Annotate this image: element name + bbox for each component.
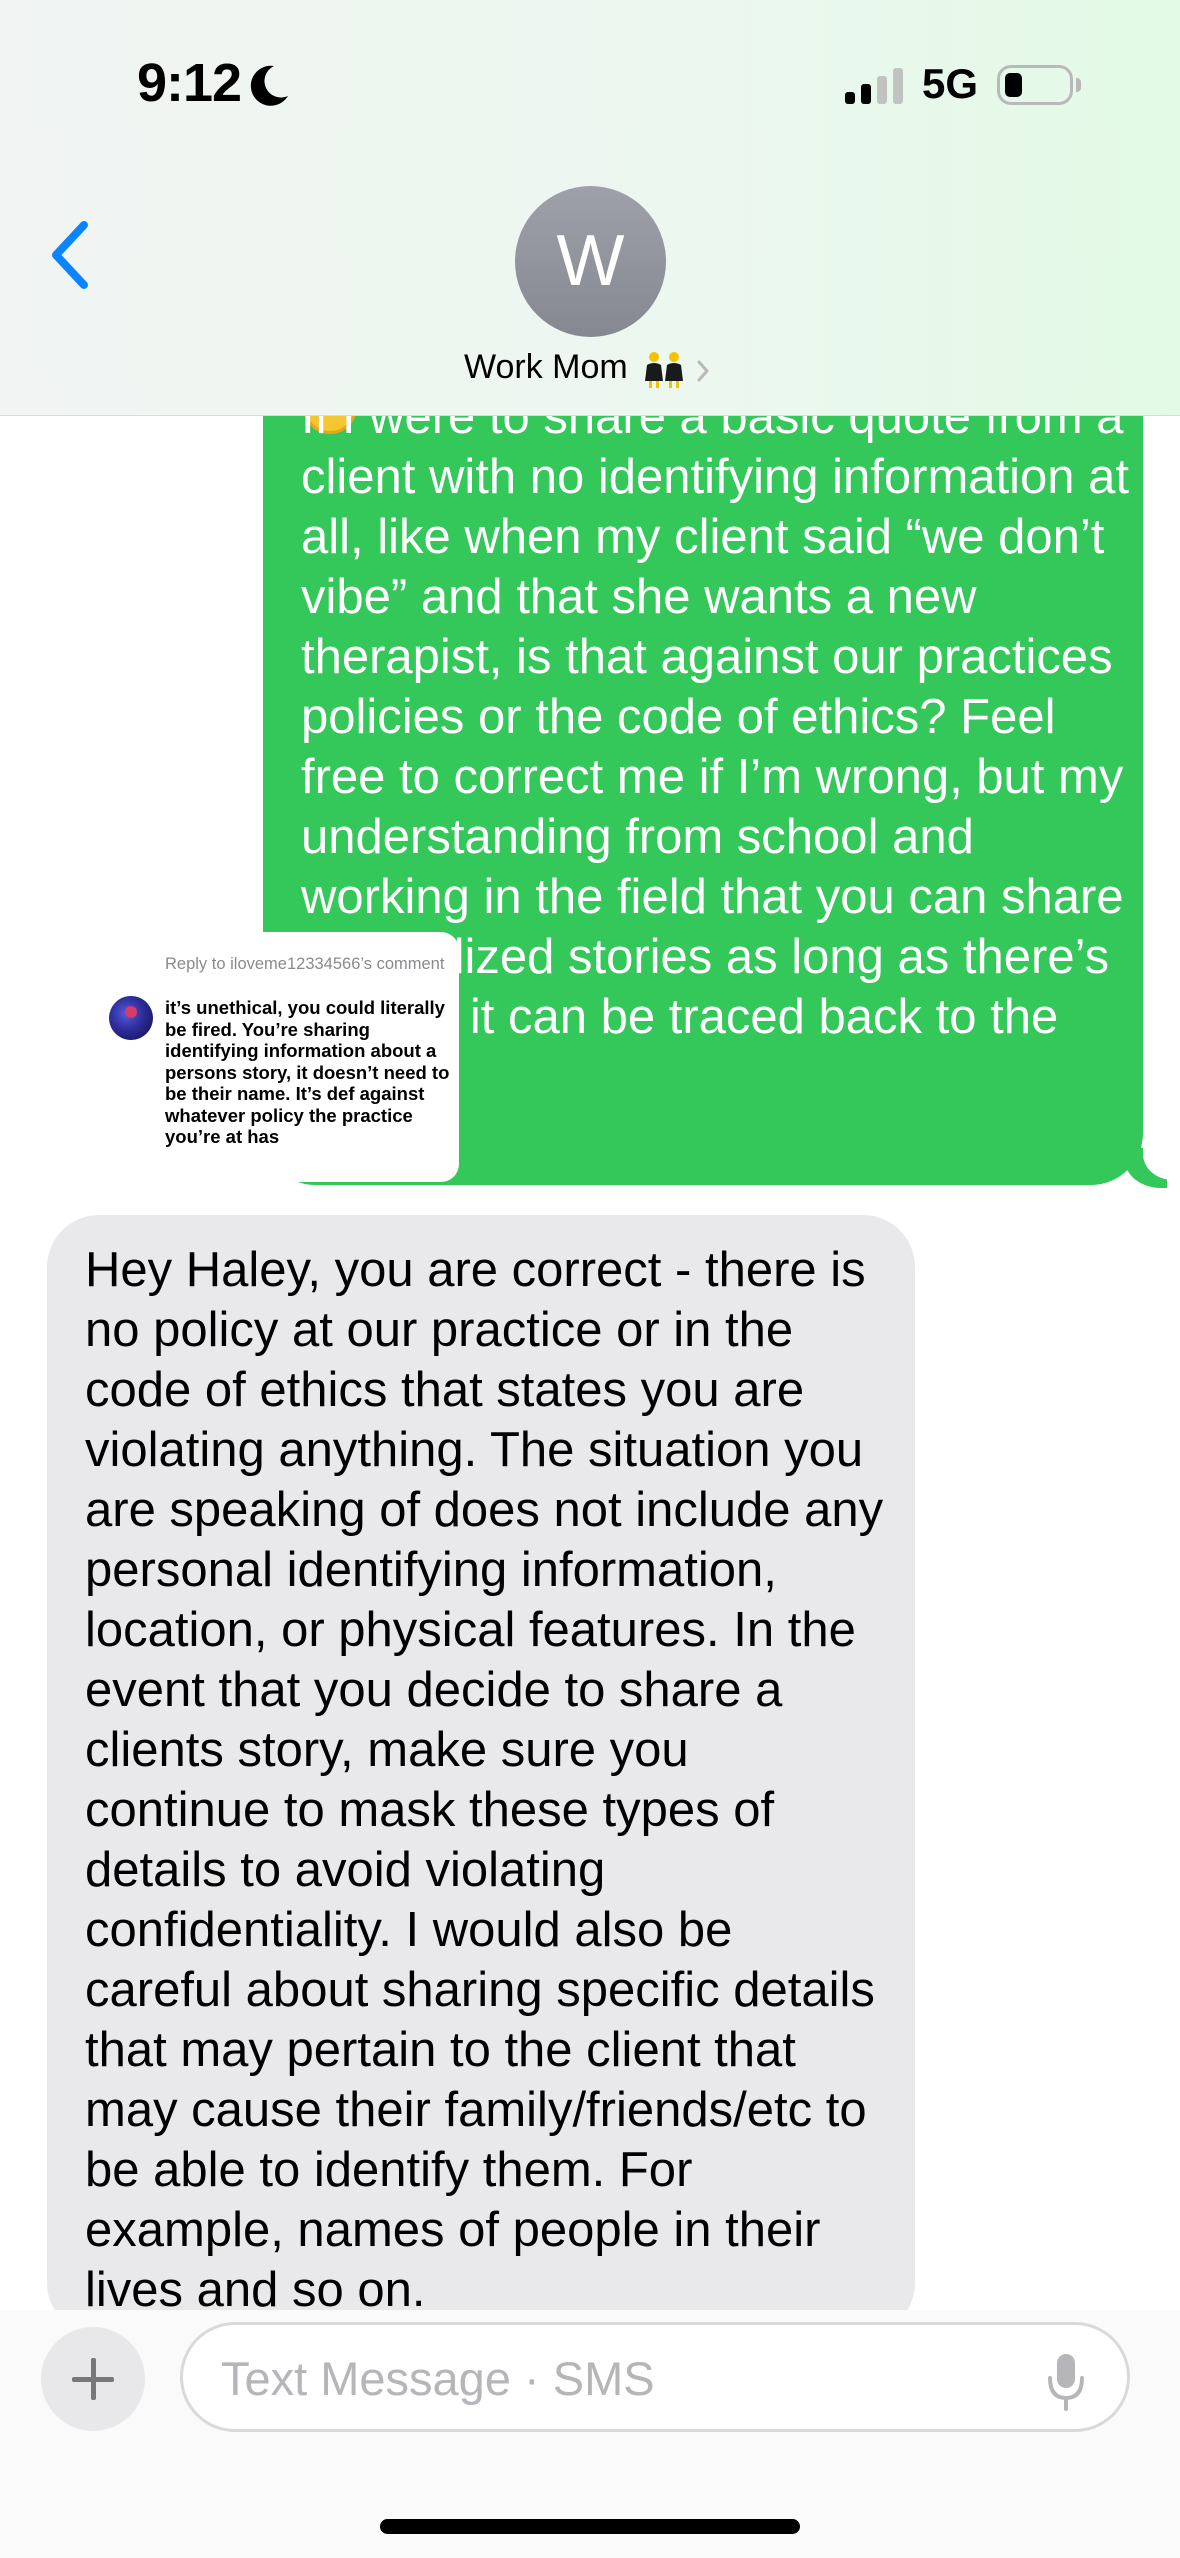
- commenter-avatar: [109, 996, 153, 1040]
- reply-comment-sticker: Reply to iloveme12334566’s comment it’s …: [95, 932, 459, 1182]
- home-indicator: [380, 2519, 800, 2534]
- battery-nub: [1076, 78, 1081, 92]
- reply-comment-header: Reply to iloveme12334566’s comment: [165, 955, 445, 973]
- dancing-women-emoji-icon: [645, 352, 683, 388]
- conversation-header: 9:12 5G W Work Mom: [0, 0, 1180, 416]
- plus-icon[interactable]: [41, 2327, 145, 2431]
- status-time: 9:12: [137, 53, 242, 113]
- network-type: 5G: [922, 60, 979, 107]
- contact-name[interactable]: Work Mom: [464, 348, 628, 387]
- message-input[interactable]: [219, 2347, 1003, 2409]
- chevron-right-icon[interactable]: [694, 358, 712, 384]
- microphone-icon[interactable]: [1046, 2352, 1086, 2412]
- cellular-signal-icon: [845, 68, 903, 104]
- moon-icon: [250, 65, 288, 106]
- message-input-field[interactable]: [180, 2322, 1130, 2432]
- contact-avatar[interactable]: W: [515, 186, 666, 337]
- battery-icon: [997, 65, 1073, 105]
- received-message-text: Hey Haley, you are correct - there is no…: [85, 1243, 884, 2310]
- back-chevron-icon[interactable]: [40, 215, 100, 295]
- received-message-bubble[interactable]: Hey Haley, you are correct - there is no…: [47, 1215, 915, 2310]
- reply-comment-text: it’s unethical, you could literally be f…: [165, 997, 450, 1147]
